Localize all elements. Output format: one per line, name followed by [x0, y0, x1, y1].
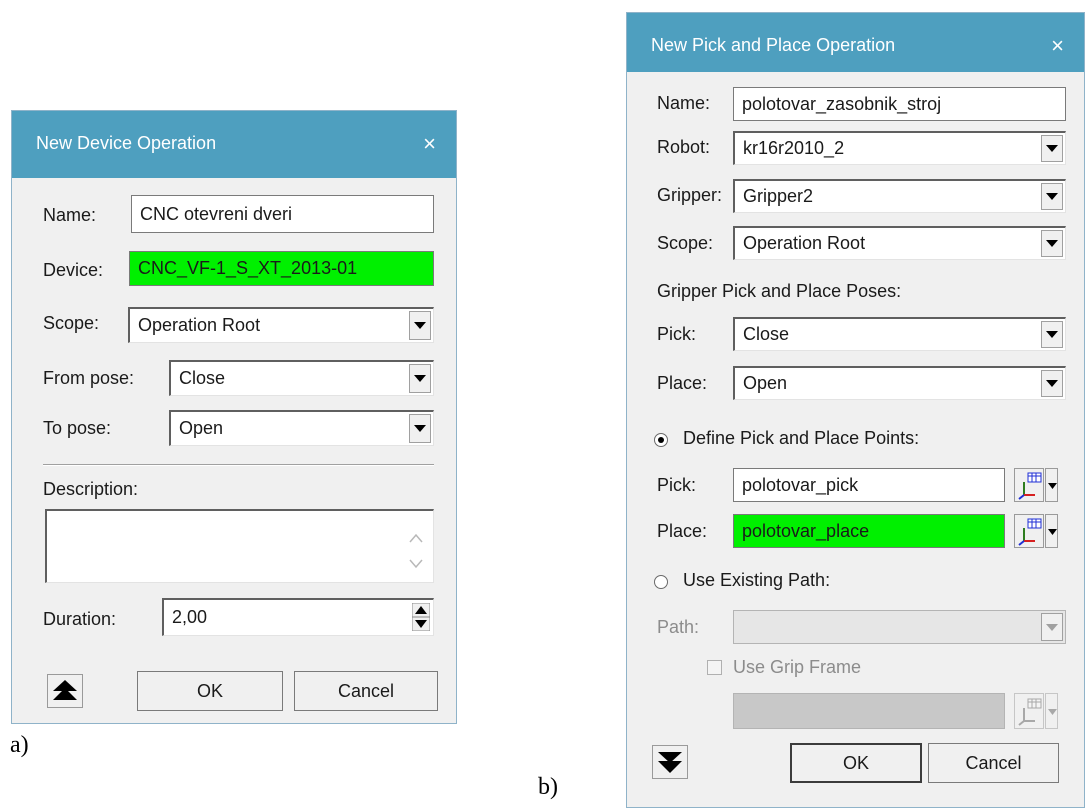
separator	[43, 464, 434, 466]
name-input[interactable]: polotovar_zasobnik_stroj	[733, 87, 1066, 121]
place-frame-button[interactable]	[1014, 514, 1044, 548]
scope-select[interactable]: Operation Root	[733, 226, 1066, 260]
scope-label: Scope:	[43, 313, 100, 333]
double-down-arrow-icon	[658, 752, 682, 773]
pick-frame-button[interactable]	[1014, 468, 1044, 502]
duration-spinner[interactable]: 2,00	[162, 598, 434, 636]
dialog-title: New Device Operation	[36, 133, 217, 153]
description-label: Description:	[43, 479, 139, 499]
dialog-title: New Pick and Place Operation	[651, 35, 896, 55]
pick-pose-select[interactable]: Close	[733, 317, 1066, 351]
to-pose-label: To pose:	[43, 418, 112, 438]
to-pose-select[interactable]: Open	[169, 410, 434, 446]
device-field[interactable]: CNC_VF-1_S_XT_2013-01	[129, 251, 434, 286]
chevron-down-icon[interactable]	[1041, 613, 1063, 641]
description-textarea[interactable]	[45, 509, 434, 583]
ok-button[interactable]: OK	[790, 743, 922, 783]
figure-label-b: b)	[538, 774, 558, 800]
robot-value: kr16r2010_2	[743, 138, 845, 158]
use-grip-frame-label: Use Grip Frame	[733, 657, 862, 677]
place-pose-select[interactable]: Open	[733, 366, 1066, 400]
frame-icon	[1018, 698, 1042, 726]
chevron-down-icon[interactable]	[1041, 321, 1063, 348]
cancel-button[interactable]: Cancel	[294, 671, 438, 711]
place-point-label: Place:	[657, 521, 708, 541]
scope-select[interactable]: Operation Root	[128, 307, 434, 343]
chevron-down-icon[interactable]	[1041, 135, 1063, 162]
duration-label: Duration:	[43, 609, 117, 629]
define-points-radio[interactable]	[654, 433, 668, 447]
pick-point-input[interactable]: polotovar_pick	[733, 468, 1005, 502]
figure-label-a: a)	[10, 732, 29, 758]
path-select[interactable]	[733, 610, 1066, 644]
frame-icon	[1018, 472, 1042, 500]
close-icon[interactable]: ×	[1051, 35, 1064, 57]
use-path-radio[interactable]	[654, 575, 668, 589]
place-pose-label: Place:	[657, 373, 708, 393]
close-icon[interactable]: ×	[423, 133, 436, 155]
pick-point-label: Pick:	[657, 475, 697, 495]
gripper-label: Gripper:	[657, 185, 723, 205]
chevron-down-icon[interactable]	[1041, 183, 1063, 210]
from-pose-label: From pose:	[43, 368, 135, 388]
chevron-down-icon	[1048, 483, 1057, 489]
pick-frame-dropdown[interactable]	[1045, 468, 1058, 502]
scroll-up-icon[interactable]	[409, 533, 423, 543]
place-point-input[interactable]: polotovar_place	[733, 514, 1005, 548]
grip-frame-dropdown[interactable]	[1045, 693, 1058, 729]
new-device-operation-dialog: New Device Operation × Name: CNC otevren…	[11, 110, 457, 724]
path-label: Path:	[657, 617, 700, 637]
dialog-titlebar: New Pick and Place Operation ×	[627, 13, 1084, 72]
from-pose-value: Close	[179, 368, 226, 388]
collapse-down-button[interactable]	[652, 745, 688, 779]
chevron-down-icon	[1048, 529, 1057, 535]
chevron-down-icon[interactable]	[1041, 230, 1063, 257]
gripper-value: Gripper2	[743, 186, 814, 206]
double-up-arrow-icon	[53, 680, 77, 700]
robot-label: Robot:	[657, 137, 711, 157]
name-label: Name:	[43, 205, 97, 225]
grip-frame-input[interactable]	[733, 693, 1005, 729]
place-pose-value: Open	[743, 373, 788, 393]
from-pose-select[interactable]: Close	[169, 360, 434, 396]
place-frame-dropdown[interactable]	[1045, 514, 1058, 548]
dialog-titlebar: New Device Operation ×	[12, 111, 456, 178]
new-pick-and-place-dialog: New Pick and Place Operation × Name: pol…	[626, 12, 1085, 808]
grip-frame-button[interactable]	[1014, 693, 1044, 729]
chevron-down-icon[interactable]	[409, 311, 431, 340]
define-points-label: Define Pick and Place Points:	[683, 428, 920, 448]
use-grip-frame-checkbox[interactable]	[707, 660, 722, 675]
scope-value: Operation Root	[743, 233, 866, 253]
poses-heading: Gripper Pick and Place Poses:	[657, 281, 902, 301]
chevron-down-icon	[1048, 709, 1057, 715]
scroll-down-icon[interactable]	[409, 559, 423, 569]
scope-value: Operation Root	[138, 315, 261, 335]
duration-value: 2,00	[172, 607, 208, 627]
scope-label: Scope:	[657, 233, 714, 253]
pick-pose-value: Close	[743, 324, 790, 344]
name-label: Name:	[657, 93, 711, 113]
robot-select[interactable]: kr16r2010_2	[733, 131, 1066, 165]
use-path-label: Use Existing Path:	[683, 570, 831, 590]
device-label: Device:	[43, 260, 104, 280]
chevron-down-icon[interactable]	[1041, 370, 1063, 397]
chevron-down-icon[interactable]	[409, 364, 431, 393]
chevron-down-icon[interactable]	[409, 414, 431, 443]
cancel-button[interactable]: Cancel	[928, 743, 1059, 783]
frame-icon	[1018, 518, 1042, 546]
to-pose-value: Open	[179, 418, 224, 438]
expand-up-button[interactable]	[47, 674, 83, 708]
pick-pose-label: Pick:	[657, 324, 697, 344]
gripper-select[interactable]: Gripper2	[733, 179, 1066, 213]
spinner-arrows-icon[interactable]	[412, 603, 430, 631]
ok-button[interactable]: OK	[137, 671, 283, 711]
name-input[interactable]: CNC otevreni dveri	[131, 195, 434, 233]
